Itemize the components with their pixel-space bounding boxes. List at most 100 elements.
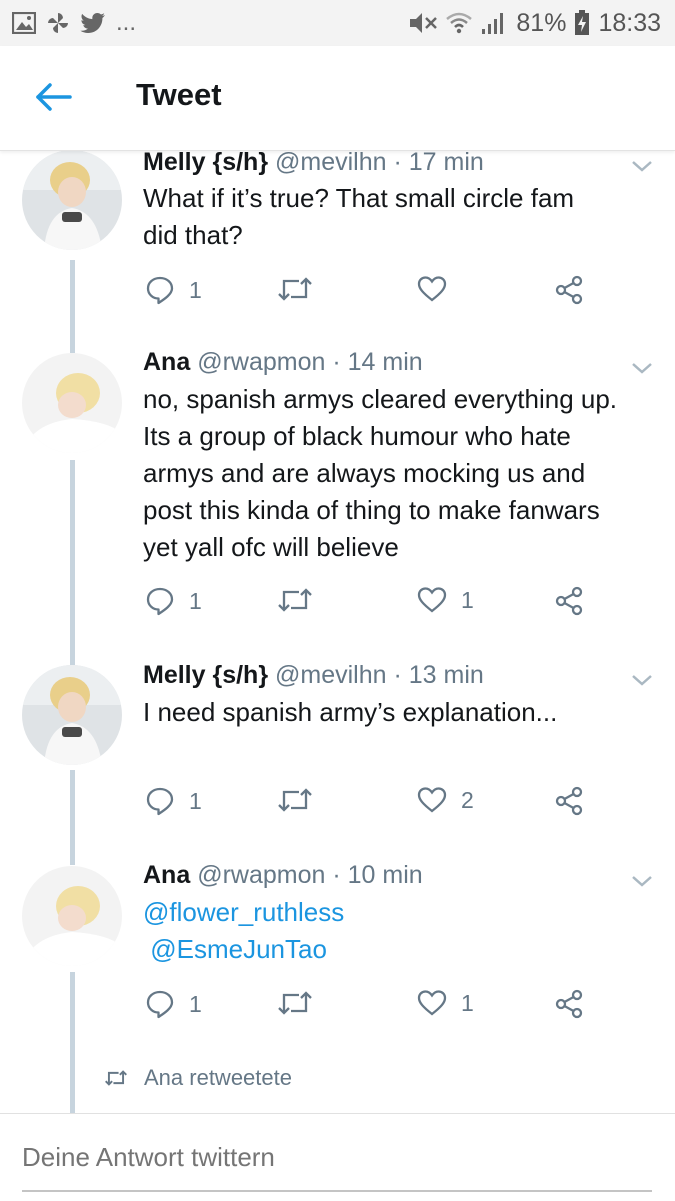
reply-button[interactable]: 1: [145, 275, 202, 305]
retweeted-by-label: Ana retweetete: [144, 1065, 292, 1090]
retweet-button[interactable]: [277, 989, 327, 1017]
tweet-menu-button[interactable]: [630, 360, 654, 376]
retweet-icon: [278, 277, 312, 301]
handle[interactable]: @rwapmon: [197, 348, 325, 376]
tweet-menu-button[interactable]: [630, 672, 654, 688]
avatar[interactable]: [22, 150, 122, 250]
retweet-icon: [278, 788, 312, 812]
share-button[interactable]: [553, 586, 585, 616]
retweet-icon: [278, 588, 312, 612]
tweet-text-line: yet yall ofc will believe: [143, 532, 399, 562]
display-name[interactable]: Melly {s/h}: [143, 661, 268, 689]
like-count: 1: [461, 586, 474, 613]
display-name[interactable]: Ana: [143, 348, 190, 376]
reply-input[interactable]: [22, 1142, 642, 1173]
conversation-thread[interactable]: Melly {s/h} @mevilhn · 17 min What if it…: [0, 150, 675, 1113]
tweet-text-line: did that?: [143, 220, 243, 250]
tweet-text: I need spanish army’s explanation...: [143, 694, 658, 731]
tweet-text: @flower_ruthless @EsmeJunTao: [143, 894, 658, 968]
share-button[interactable]: [553, 786, 585, 816]
reply-icon: [146, 787, 174, 816]
like-button[interactable]: 2: [417, 786, 474, 814]
retweet-icon: [278, 991, 312, 1015]
handle[interactable]: @mevilhn: [275, 150, 387, 176]
reply-composer: [0, 1113, 675, 1201]
tweet-text-line: post this kinda of thing to make fanwars: [143, 495, 600, 525]
display-name[interactable]: Melly {s/h}: [143, 150, 268, 176]
chevron-down-icon: [632, 161, 652, 172]
avatar[interactable]: [22, 665, 122, 765]
battery-charging-icon: [574, 10, 590, 36]
clock: 18:33: [598, 8, 661, 37]
reply-icon: [146, 276, 174, 305]
thread-connector: [70, 972, 75, 1113]
chevron-down-icon: [632, 675, 652, 686]
mention-link[interactable]: @flower_ruthless: [143, 894, 658, 931]
tweet-header: Melly {s/h} @mevilhn · 17 min: [143, 150, 484, 177]
tweet-actions: 1: [143, 275, 603, 309]
like-count: 1: [461, 989, 474, 1016]
like-button[interactable]: 1: [417, 586, 474, 614]
avatar[interactable]: [22, 353, 122, 453]
reply-icon: [146, 990, 174, 1019]
reply-button[interactable]: 1: [145, 786, 202, 816]
back-button[interactable]: [34, 80, 74, 114]
like-button[interactable]: [417, 275, 461, 303]
retweet-button[interactable]: [277, 586, 327, 614]
tweet-text-line: armys and are always mocking us and: [143, 458, 586, 488]
thread-connector: [70, 260, 75, 353]
handle[interactable]: @rwapmon: [197, 861, 325, 889]
reply-count: 1: [189, 587, 202, 614]
share-icon: [555, 989, 583, 1019]
back-arrow-icon: [36, 83, 72, 111]
status-bar: ... 81% 18:33: [0, 0, 675, 46]
thread-connector: [70, 460, 75, 665]
thread-connector: [70, 770, 75, 865]
like-button[interactable]: 1: [417, 989, 474, 1017]
tweet-actions: 1 2: [143, 786, 603, 820]
tweet-text-line: no, spanish armys cleared everything up.: [143, 384, 618, 414]
tweet-text: What if it’s true? That small circle fam…: [143, 180, 658, 254]
battery-percent: 81%: [516, 8, 567, 37]
signal-icon: [480, 11, 508, 35]
heart-icon: [417, 990, 447, 1016]
share-icon: [555, 786, 583, 816]
pinwheel-notification-icon: [46, 11, 70, 35]
reply-button[interactable]: 1: [145, 989, 202, 1019]
mute-icon: [408, 11, 438, 35]
gallery-notification-icon: [12, 12, 36, 34]
tweet-menu-button[interactable]: [630, 873, 654, 889]
tweet-text-line: I need spanish army’s explanation...: [143, 697, 558, 727]
reply-button[interactable]: 1: [145, 586, 202, 616]
reply-count: 1: [189, 990, 202, 1017]
tweet-text: no, spanish armys cleared everything up.…: [143, 381, 658, 566]
display-name[interactable]: Ana: [143, 861, 190, 889]
reply-icon: [146, 587, 174, 616]
timestamp: · 13 min: [393, 661, 484, 689]
timestamp: · 17 min: [393, 150, 484, 176]
retweet-button[interactable]: [277, 275, 327, 303]
page-title: Tweet: [136, 77, 222, 112]
chevron-down-icon: [632, 876, 652, 887]
wifi-icon: [446, 11, 473, 35]
retweet-button[interactable]: [277, 786, 327, 814]
share-button[interactable]: [553, 275, 585, 305]
mention-link[interactable]: @EsmeJunTao: [143, 931, 658, 968]
tweet-text-line: What if it’s true? That small circle fam: [143, 183, 575, 213]
app-header: Tweet: [0, 46, 675, 151]
share-button[interactable]: [553, 989, 585, 1019]
reply-count: 1: [189, 787, 202, 814]
chevron-down-icon: [632, 363, 652, 374]
heart-icon: [417, 587, 447, 613]
tweet-menu-button[interactable]: [630, 158, 654, 174]
avatar[interactable]: [22, 866, 122, 966]
handle[interactable]: @mevilhn: [275, 661, 387, 689]
heart-icon: [417, 276, 447, 302]
tweet-actions: 1 1: [143, 586, 603, 620]
twitter-bird-icon: [80, 12, 106, 34]
tweet-actions: 1 1: [143, 989, 603, 1023]
heart-icon: [417, 787, 447, 813]
tweet-header: Melly {s/h} @mevilhn · 13 min: [143, 661, 484, 690]
retweeted-by[interactable]: Ana retweetete: [104, 1065, 292, 1091]
retweet-icon: [105, 1070, 127, 1086]
